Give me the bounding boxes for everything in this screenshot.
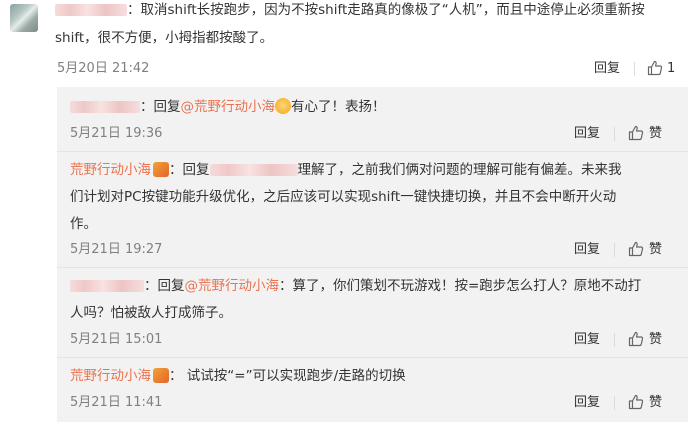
comment-text-line2: shift，很不方便，小拇指都按酸了。: [55, 30, 274, 46]
thumbs-up-icon[interactable]: [628, 394, 644, 410]
reply-4-like-button[interactable]: 赞: [649, 394, 662, 412]
reply-1-text: ：回复@荒野行动小海 有心了！表扬！: [70, 95, 386, 120]
pleading-face-icon: [275, 98, 291, 114]
divider: [634, 62, 635, 76]
reply-button[interactable]: 回复: [594, 60, 620, 78]
thumbs-up-icon[interactable]: [628, 125, 644, 141]
blurred-username[interactable]: [70, 280, 144, 292]
main-comment: ：取消shift长按跑步，因为不按shift走路真的像极了“人机”，而且中途停止…: [0, 0, 688, 90]
divider: [614, 333, 615, 347]
divider: [614, 396, 615, 410]
reply-4-reply-button[interactable]: 回复: [574, 394, 600, 412]
thumbs-up-icon[interactable]: [628, 331, 644, 347]
blurred-username[interactable]: [209, 164, 298, 176]
divider: [57, 267, 688, 268]
reply-1-reply-button[interactable]: 回复: [574, 125, 600, 143]
divider: [57, 151, 688, 152]
author-link[interactable]: 荒野行动小海: [70, 162, 151, 178]
reply-1-like-button[interactable]: 赞: [649, 125, 662, 143]
divider: [57, 357, 688, 358]
reply-3-text-line1: ：回复@荒野行动小海：算了，你们策划不玩游戏！按=跑步怎么打人？原地不动打: [70, 274, 641, 299]
reply-4-time: 5月21日 11:41: [70, 395, 163, 410]
verified-badge-icon: [153, 368, 169, 383]
reply-2-reply-button[interactable]: 回复: [574, 241, 600, 259]
comment-time: 5月20日 21:42: [57, 61, 150, 76]
reply-2-time: 5月21日 19:27: [70, 242, 163, 257]
reply-3-text-line2: 人吗？怕被敌人打成筛子。: [70, 305, 232, 321]
like-count: 1: [667, 61, 676, 76]
reply-3-time: 5月21日 15:01: [70, 332, 163, 347]
reply-4-text: 荒野行动小海： 试试按“=”可以实现跑步/走路的切换: [70, 368, 406, 384]
avatar[interactable]: [10, 4, 38, 32]
reply-1-time: 5月21日 19:36: [70, 126, 163, 141]
thumbs-up-icon[interactable]: [628, 241, 644, 257]
comment-text-line1: ：取消shift长按跑步，因为不按shift走路真的像极了“人机”，而且中途停止…: [55, 0, 645, 23]
divider: [614, 243, 615, 257]
mention-link[interactable]: @荒野行动小海: [181, 99, 276, 115]
reply-2-text-line2: 们计划对PC按键功能升级优化，之后应该可以实现shift一键快捷切换，并且不会中…: [70, 189, 617, 205]
reply-3-like-button[interactable]: 赞: [649, 331, 662, 349]
reply-3-reply-button[interactable]: 回复: [574, 331, 600, 349]
mention-link[interactable]: @荒野行动小海: [185, 278, 280, 294]
author-link[interactable]: 荒野行动小海: [70, 368, 151, 384]
reply-2-text-line3: 作。: [70, 216, 97, 232]
reply-2-like-button[interactable]: 赞: [649, 241, 662, 259]
blurred-username[interactable]: [55, 4, 127, 16]
blurred-username[interactable]: [70, 101, 140, 113]
divider: [614, 127, 615, 141]
reply-2-text-line1: 荒野行动小海 ：回复 理解了，之前我们俩对问题的理解可能有偏差。未来我: [70, 162, 622, 178]
thumbs-up-icon[interactable]: [647, 60, 663, 76]
verified-badge-icon: [153, 162, 169, 177]
